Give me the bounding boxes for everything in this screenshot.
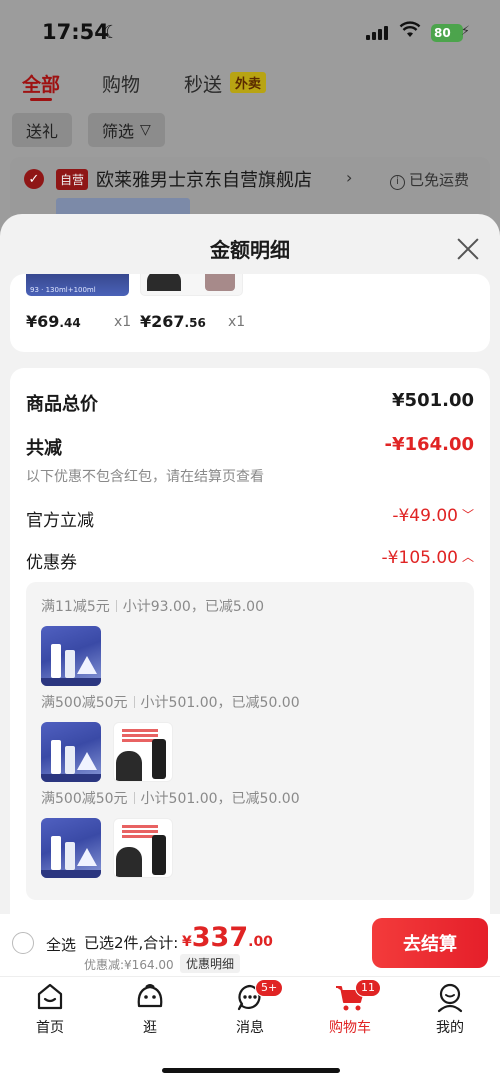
selected-summary: 已选2件,合计:	[84, 934, 179, 952]
reduce-value: -¥164.00	[384, 434, 474, 455]
funnel-icon: ▽	[140, 122, 151, 138]
tab-browse-label: 逛	[143, 1020, 157, 1036]
gift-filter-label: 送礼	[26, 122, 59, 141]
item-price-int: ¥267	[140, 312, 185, 331]
item-price: ¥267.56	[140, 312, 206, 331]
items-card: 93 · 130ml+100ml ¥69.44 x1 ¥267.56 x1	[10, 274, 490, 352]
top-tabs: 全部 购物 秒送 外卖	[0, 70, 500, 110]
message-icon: 5+	[215, 979, 285, 1015]
total-price-label: 商品总价	[26, 394, 98, 415]
self-operated-badge: 自营	[56, 169, 89, 190]
tab-home-label: 首页	[36, 1020, 64, 1036]
coupon-group-title: 满500减50元 小计501.00，已减50.00	[41, 692, 300, 712]
coupon-product-thumbnail	[41, 818, 101, 878]
total-yen: ¥	[182, 934, 192, 950]
browse-icon	[115, 981, 185, 1015]
battery-icon: 80 ⚡	[431, 24, 470, 42]
moon-icon: ☾	[103, 22, 120, 43]
total-int: 337	[191, 922, 249, 953]
free-shipping-text: 已免运费	[409, 171, 470, 189]
tab-profile-label: 我的	[436, 1020, 464, 1036]
cart-icon: 11	[315, 979, 385, 1015]
coupon-product-thumbnail	[41, 626, 101, 686]
discount-detail-button[interactable]: 优惠明细	[180, 954, 241, 973]
discount-note: 以下优惠不包含红包，请在结算页查看	[26, 469, 264, 485]
home-indicator	[162, 1068, 340, 1073]
tab-all[interactable]: 全部	[22, 70, 60, 97]
status-time: 17:54	[42, 20, 109, 44]
tab-cart-label: 购物车	[329, 1020, 371, 1036]
amount-detail-sheet: 金额明细 93 · 130ml+100ml ¥69.44 x1 ¥267.56 …	[0, 214, 500, 914]
message-badge: 5+	[255, 979, 284, 997]
coupon-label: 优惠券	[26, 553, 77, 573]
coupon-detail: 小计501.00，已减50.00	[140, 695, 300, 711]
profile-icon	[415, 981, 485, 1015]
coupon-details: 满11减5元 小计93.00，已减5.00 满500减50元 小计501.00，已减…	[26, 582, 474, 900]
free-shipping: i 已免运费	[390, 169, 469, 190]
cart-badge: 11	[355, 979, 381, 997]
official-discount-value: -¥49.00	[392, 506, 458, 526]
filter-chip[interactable]: 筛选 ▽	[88, 113, 165, 147]
coupon-group-title: 满500减50元 小计501.00，已减50.00	[41, 788, 300, 808]
discount-total: 优惠减:¥164.00	[84, 958, 174, 972]
gift-filter-chip[interactable]: 送礼	[12, 113, 73, 147]
filter-label: 筛选	[102, 122, 135, 141]
coupon-product-thumbnail	[113, 818, 173, 878]
select-all-radio[interactable]	[12, 932, 34, 954]
info-icon: i	[390, 175, 405, 190]
item-price-dec: .44	[59, 316, 81, 330]
sheet-title: 金额明细	[210, 238, 290, 262]
total-amount: ¥337.00	[182, 922, 273, 953]
item-price-dec: .56	[184, 316, 206, 330]
tab-profile[interactable]: 我的	[415, 981, 485, 1037]
total-dec: .00	[248, 934, 273, 950]
tab-cart[interactable]: 11 购物车	[315, 979, 385, 1037]
coupon-row[interactable]: -¥105.00 ︿	[382, 548, 474, 568]
coupon-rule: 满500减50元	[41, 695, 128, 711]
price-breakdown-card: 商品总价 ¥501.00 共减 -¥164.00 以下优惠不包含红包，请在结算页…	[10, 368, 490, 914]
select-all-label[interactable]: 全选	[46, 934, 76, 955]
tab-browse[interactable]: 逛	[115, 981, 185, 1037]
checkout-button[interactable]: 去结算	[372, 918, 488, 968]
tab-underline	[30, 98, 52, 101]
official-discount-label: 官方立减	[26, 511, 94, 531]
item-price: ¥69.44	[26, 312, 81, 331]
tab-home[interactable]: 首页	[15, 981, 85, 1037]
coupon-detail: 小计501.00，已减50.00	[140, 791, 300, 807]
tab-shopping[interactable]: 购物	[102, 70, 140, 97]
store-name[interactable]: 欧莱雅男士京东自营旗舰店	[96, 166, 312, 192]
coupon-rule: 满500减50元	[41, 791, 128, 807]
chevron-up-icon: ︿	[461, 550, 474, 564]
product-thumbnail	[140, 274, 243, 296]
signal-icon	[366, 26, 388, 40]
checkout-bar: 全选 已选2件,合计: ¥337.00 优惠减:¥164.00 优惠明细 去结算	[0, 914, 500, 976]
tab-messages[interactable]: 5+ 消息	[215, 979, 285, 1037]
item-price-int: ¥69	[26, 312, 60, 331]
battery-level: 80	[434, 26, 451, 40]
home-icon	[15, 981, 85, 1015]
wifi-icon	[399, 21, 421, 44]
waimai-badge: 外卖	[230, 72, 267, 93]
official-discount-row[interactable]: -¥49.00 ﹀	[392, 506, 474, 526]
close-icon[interactable]	[455, 236, 481, 262]
total-price-value: ¥501.00	[392, 390, 474, 411]
item-qty: x1	[114, 314, 132, 330]
status-bar: 17:54 ☾ 80 ⚡	[0, 0, 500, 64]
coupon-product-thumbnail	[113, 722, 173, 782]
tab-instant[interactable]: 秒送	[184, 70, 222, 97]
coupon-detail: 小计93.00，已减5.00	[122, 599, 264, 615]
bottom-tab-bar: 首页 逛 5+ 消息 11 购物车 我的	[0, 976, 500, 1082]
reduce-label: 共减	[26, 438, 62, 459]
coupon-group-title: 满11减5元 小计93.00，已减5.00	[41, 596, 264, 616]
coupon-product-thumbnail	[41, 722, 101, 782]
coupon-value: -¥105.00	[381, 548, 458, 568]
tab-messages-label: 消息	[236, 1020, 264, 1036]
coupon-rule: 满11减5元	[41, 599, 110, 615]
store-check-icon[interactable]: ✓	[24, 169, 44, 189]
chevron-right-icon[interactable]: ›	[346, 168, 352, 187]
product-thumbnail: 93 · 130ml+100ml	[26, 274, 129, 296]
chevron-down-icon: ﹀	[461, 508, 474, 522]
item-qty: x1	[228, 314, 246, 330]
